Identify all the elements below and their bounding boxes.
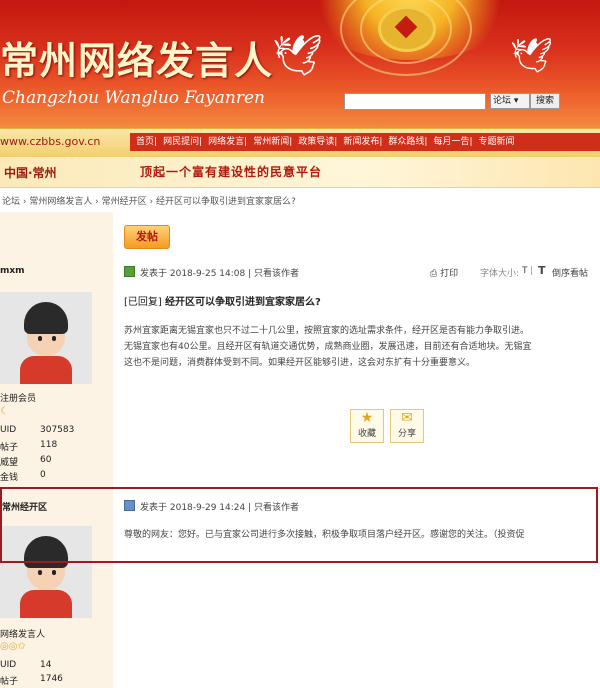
post1-body-line: 无锡宜家也有40公里。且经开区有轨道交通优势，成熟商业圈，发展迅速，目前还有合适… xyxy=(124,342,532,352)
replied-tag: [已回复] xyxy=(124,297,162,308)
toolbar-separator: | xyxy=(530,266,534,276)
stat-label: 威望 xyxy=(0,458,19,468)
site-subtitle: Changzhou Wangluo Fayanren xyxy=(2,88,266,108)
nav-item-release[interactable]: 新闻发布 xyxy=(343,137,379,147)
favorite-button[interactable]: ★ 收藏 xyxy=(350,409,384,443)
dove-icon: 🕊 xyxy=(510,36,554,76)
stat-label: 金钱 xyxy=(0,473,19,483)
sun-badge-icon: ◎◎✩ xyxy=(0,641,26,652)
stat-value: 14 xyxy=(40,660,52,670)
site-header: 常州网络发言人 Changzhou Wangluo Fayanren 🕊 🕊 论… xyxy=(0,0,600,128)
stat-value: 1746 xyxy=(40,674,63,684)
nav-item-statements[interactable]: 网络发言 xyxy=(208,137,244,147)
search-scope-select[interactable]: 论坛 ▾ xyxy=(490,93,530,109)
post1-time: 发表于 2018-9-25 14:08 xyxy=(140,269,246,279)
font-small-button[interactable]: T xyxy=(522,266,528,276)
avatar-eye xyxy=(52,336,56,341)
nav-item-topics[interactable]: 专题新闻 xyxy=(479,137,515,147)
search-scope-label: 论坛 xyxy=(493,96,512,106)
stat-value: 60 xyxy=(40,455,52,465)
stat-value: 118 xyxy=(40,440,58,450)
font-size-label: 字体大小: xyxy=(480,269,520,279)
dove-icon: 🕊 xyxy=(272,33,323,79)
print-label: 打印 xyxy=(440,269,459,279)
avatar-eye xyxy=(52,570,56,575)
reverse-order-link[interactable]: 倒序看帖 xyxy=(552,266,588,279)
post1-body-line: 苏州宜家距离无锡宜家也只不过二十几公里，按照宜家的选址需求条件，经开区是否有能力… xyxy=(124,326,530,336)
nav-item-policy[interactable]: 政策导读 xyxy=(298,137,334,147)
stat-value: 307583 xyxy=(40,425,75,435)
post1-avatar[interactable] xyxy=(0,292,92,384)
share-label: 分享 xyxy=(397,429,416,439)
nav-item-questions[interactable]: 网民提问 xyxy=(163,137,199,147)
city-label: 中国·常州 xyxy=(4,166,57,180)
avatar-hair xyxy=(24,302,68,334)
site-url-link[interactable]: www.czbbs.gov.cn xyxy=(0,135,100,148)
print-link[interactable]: ⎙ 打印 xyxy=(430,266,458,279)
post-status-icon xyxy=(124,266,135,277)
site-slogan: 顶起一个富有建设性的民意平台 xyxy=(140,165,323,179)
site-title: 常州网络发言人 xyxy=(0,38,274,83)
main-nav: 首页| 网民提问| 网络发言| 常州新闻| 政策导读| 新闻发布| 群众路线| 每月一告| 专题… xyxy=(130,133,600,151)
nav-item-home[interactable]: 首页 xyxy=(136,137,154,147)
national-emblem-icon xyxy=(378,6,436,52)
stat-label: 帖子 xyxy=(0,677,19,687)
highlight-box xyxy=(0,487,598,563)
stat-label: UID xyxy=(0,425,17,435)
post1-meta: 发表于 2018-9-25 14:08 | 只看该作者 xyxy=(140,269,300,279)
post1-body-line: 这也不是问题，消费群体受到不同。如果经开区能够引进，这会对东扩有十分重要意义。 xyxy=(124,358,476,368)
stat-label: UID xyxy=(0,660,17,670)
star-icon: ★ xyxy=(360,410,374,426)
post1-author-role: 注册会员 xyxy=(0,394,37,404)
new-post-button[interactable]: 发帖 xyxy=(124,225,170,249)
nav-item-monthly[interactable]: 每月一告 xyxy=(433,137,469,147)
avatar-body xyxy=(20,590,72,618)
avatar-body xyxy=(20,356,72,384)
breadcrumb[interactable]: 论坛 › 常州网络发言人 › 常州经开区 › 经开区可以争取引进到宜家家居么? xyxy=(2,194,296,207)
font-large-button[interactable]: T xyxy=(538,264,546,277)
printer-icon: ⎙ xyxy=(430,269,438,279)
nav-item-news[interactable]: 常州新闻 xyxy=(253,137,289,147)
post1-only-author-link[interactable]: 只看该作者 xyxy=(254,269,299,279)
avatar-eye xyxy=(38,570,42,575)
stat-label: 帖子 xyxy=(0,443,19,453)
search-button[interactable]: 搜索 xyxy=(530,93,560,109)
post-title: [已回复] 经开区可以争取引进到宜家家居么? xyxy=(124,293,321,308)
post-title-text: 经开区可以争取引进到宜家家居么? xyxy=(165,297,321,308)
post1-author-name[interactable]: mxm xyxy=(0,266,25,276)
stat-value: 0 xyxy=(40,470,46,480)
nav-item-mass-line[interactable]: 群众路线 xyxy=(388,137,424,147)
moon-badge-icon: ☾ xyxy=(0,406,9,417)
post2-author-role: 网络发言人 xyxy=(0,630,46,640)
favorite-label: 收藏 xyxy=(357,429,376,439)
share-icon: ✉ xyxy=(401,410,413,426)
share-button[interactable]: ✉ 分享 xyxy=(390,409,424,443)
search-input[interactable] xyxy=(344,93,486,110)
avatar-eye xyxy=(38,336,42,341)
